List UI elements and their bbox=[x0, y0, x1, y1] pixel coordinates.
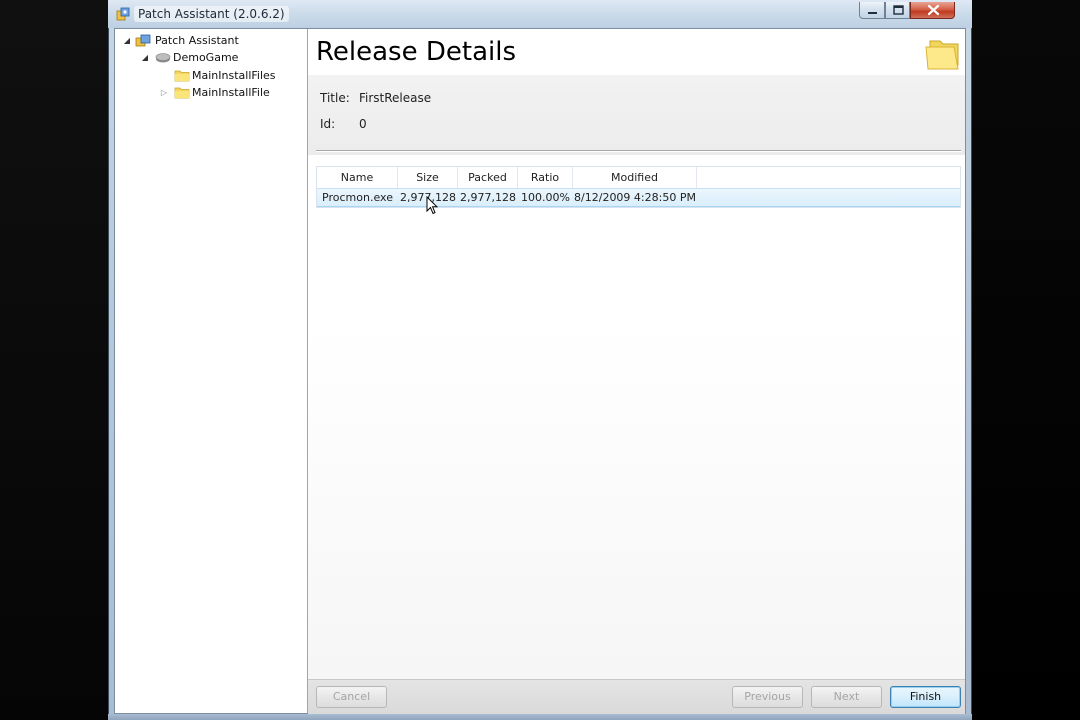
app-window: Patch Assistant (2.0.6.2) ◢ Patch Assist… bbox=[108, 0, 972, 720]
minimize-button[interactable] bbox=[859, 2, 885, 19]
tree-item-patch-assistant[interactable]: ◢ Patch Assistant bbox=[115, 32, 305, 49]
column-header-ratio[interactable]: Ratio bbox=[518, 167, 573, 188]
section-divider bbox=[316, 150, 961, 151]
tree-item-demogame[interactable]: ◢ DemoGame bbox=[115, 49, 305, 66]
mouse-cursor-icon bbox=[426, 196, 438, 215]
desktop-background-right bbox=[972, 0, 1080, 720]
page-title: Release Details bbox=[316, 37, 516, 67]
close-icon bbox=[927, 4, 940, 16]
details-header: Release Details bbox=[308, 29, 965, 75]
grid-header: Name Size Packed Ratio Modified bbox=[317, 167, 960, 188]
details-pane: Release Details Title: FirstRelease Id: … bbox=[308, 29, 965, 679]
window-client-area: ◢ Patch Assistant ◢ DemoGame MainInstall… bbox=[114, 28, 966, 714]
navigation-tree: ◢ Patch Assistant ◢ DemoGame MainInstall… bbox=[115, 29, 308, 713]
expanded-arrow-icon[interactable]: ◢ bbox=[140, 49, 150, 66]
column-header-name[interactable]: Name bbox=[317, 167, 398, 188]
desktop: Patch Assistant (2.0.6.2) ◢ Patch Assist… bbox=[0, 0, 1080, 720]
folder-icon bbox=[925, 40, 959, 70]
column-header-packed[interactable]: Packed bbox=[458, 167, 518, 188]
folder-icon bbox=[174, 70, 190, 82]
maximize-icon bbox=[893, 5, 904, 15]
wizard-button-bar: Cancel Previous Next Finish bbox=[308, 679, 965, 714]
expanded-arrow-icon[interactable]: ◢ bbox=[122, 32, 132, 49]
disk-icon bbox=[155, 53, 171, 63]
maximize-button[interactable] bbox=[885, 2, 910, 19]
app-icon bbox=[116, 7, 130, 21]
id-value: 0 bbox=[359, 117, 367, 131]
tree-item-label: MainInstallFiles bbox=[192, 69, 276, 82]
window-title: Patch Assistant (2.0.6.2) bbox=[134, 6, 289, 22]
app-icon bbox=[135, 34, 151, 47]
cell-packed: 2,977,128 bbox=[460, 191, 516, 204]
collapsed-arrow-icon[interactable]: ▷ bbox=[159, 84, 169, 101]
minimize-icon bbox=[868, 12, 877, 14]
finish-button[interactable]: Finish bbox=[890, 686, 961, 708]
close-button[interactable] bbox=[910, 2, 955, 19]
title-label: Title: bbox=[320, 91, 350, 105]
column-header-modified[interactable]: Modified bbox=[573, 167, 697, 188]
table-row[interactable]: Procmon.exe 2,977,128 2,977,128 100.00% … bbox=[317, 188, 960, 207]
window-frame-bottom bbox=[108, 714, 972, 720]
tree-item-label: Patch Assistant bbox=[155, 34, 239, 47]
cancel-button[interactable]: Cancel bbox=[316, 686, 387, 708]
tree-item-maininstallfiles[interactable]: MainInstallFiles bbox=[115, 67, 305, 84]
previous-button[interactable]: Previous bbox=[732, 686, 803, 708]
cell-ratio: 100.00% bbox=[521, 191, 570, 204]
tree-item-label: MainInstallFile bbox=[192, 86, 270, 99]
next-button[interactable]: Next bbox=[811, 686, 882, 708]
title-bar[interactable]: Patch Assistant (2.0.6.2) bbox=[108, 0, 972, 28]
column-header-size[interactable]: Size bbox=[398, 167, 458, 188]
tree-item-maininstallfile[interactable]: ▷ MainInstallFile bbox=[115, 84, 305, 101]
id-label: Id: bbox=[320, 117, 336, 131]
release-info: Title: FirstRelease Id: 0 bbox=[308, 75, 965, 155]
desktop-background-left bbox=[0, 0, 108, 720]
files-grid: Name Size Packed Ratio Modified Procmon.… bbox=[316, 166, 961, 208]
title-value: FirstRelease bbox=[359, 91, 432, 105]
folder-icon bbox=[174, 87, 190, 99]
cell-name: Procmon.exe bbox=[322, 191, 393, 204]
tree-item-label: DemoGame bbox=[173, 51, 239, 64]
cell-modified: 8/12/2009 4:28:50 PM bbox=[574, 191, 696, 204]
